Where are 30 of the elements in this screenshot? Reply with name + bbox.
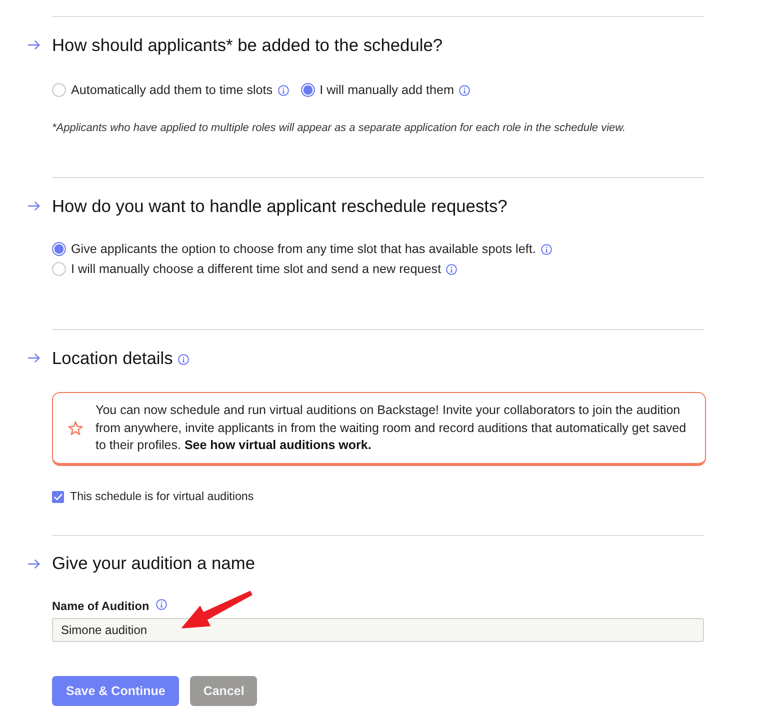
radio-button[interactable] xyxy=(300,83,315,97)
section-heading: How do you want to handle applicant reschedule requests? xyxy=(52,196,508,216)
info-icon[interactable] xyxy=(278,84,289,96)
radio-label: I will manually choose a different time slot and send a new request xyxy=(71,262,442,276)
star-icon xyxy=(68,420,82,436)
radio-button[interactable] xyxy=(52,83,66,97)
footnote-text: *Applicants who have applied to multiple roles will appear as a separate application for each role in the schedule view. xyxy=(52,121,627,135)
radio-button[interactable] xyxy=(52,242,66,256)
section-heading: Give your audition a name xyxy=(52,553,256,574)
virtual-auditions-link[interactable]: See how virtual auditions work. xyxy=(184,438,372,452)
arrow-icon xyxy=(28,353,40,363)
callout-text: You can now schedule and run virtual auditions on Backstage! Invite your collaborators to join the audition from anywhere, invite applicants in from the waiting room and record auditions that automatically get saved to their profiles. See how virtual auditions work. xyxy=(96,402,688,454)
text-input[interactable]: Simone audition xyxy=(52,618,704,642)
arrow-icon xyxy=(28,40,40,50)
arrow-icon xyxy=(28,201,40,211)
info-icon[interactable] xyxy=(156,599,168,610)
checkbox-label: This schedule is for virtual auditions xyxy=(70,490,254,503)
field-label: Name of Audition xyxy=(52,598,150,612)
section-heading: How should applicants* be added to the schedule? xyxy=(52,34,443,56)
arrow-icon xyxy=(28,558,40,568)
info-icon[interactable] xyxy=(459,84,470,96)
info-icon[interactable] xyxy=(178,354,189,364)
info-icon[interactable] xyxy=(446,264,458,274)
radio-label: Automatically add them to time slots xyxy=(71,83,273,97)
radio-label: Give applicants the option to choose from any time slot that has available spots left. xyxy=(71,242,536,256)
radio-button[interactable] xyxy=(52,262,66,276)
radio-label: I will manually add them xyxy=(320,83,454,97)
section-heading: Location details xyxy=(52,348,173,368)
checkbox[interactable] xyxy=(52,490,64,502)
info-icon[interactable] xyxy=(540,244,552,254)
